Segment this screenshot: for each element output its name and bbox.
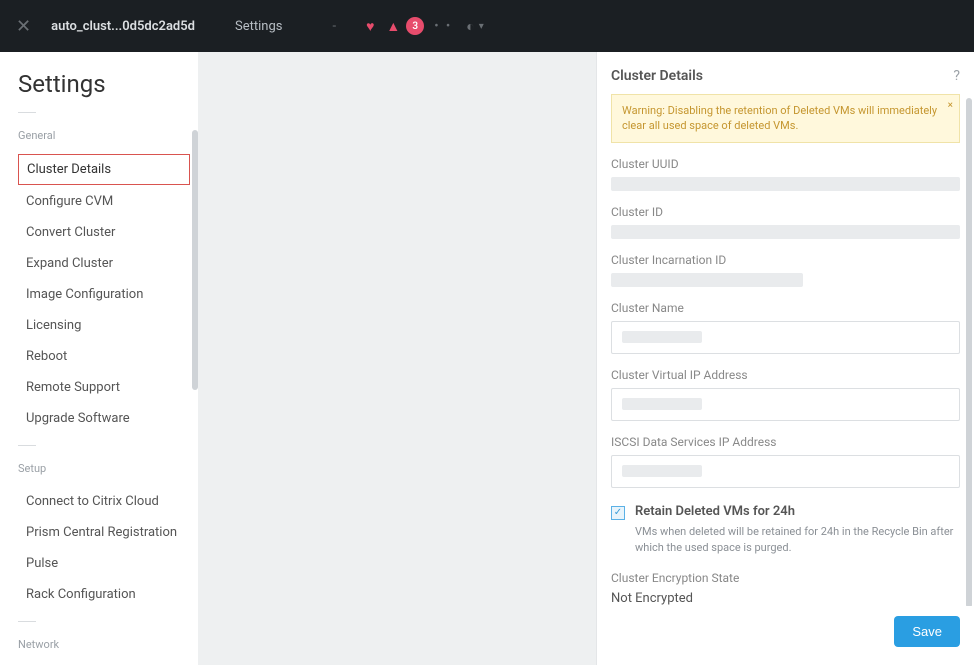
heart-icon[interactable]: ♥ (366, 18, 374, 35)
warning-banner: Warning: Disabling the retention of Dele… (611, 94, 960, 143)
divider (18, 445, 36, 446)
sidebar-section-setup: Setup (18, 462, 198, 475)
value-cluster-incarnation (611, 273, 803, 287)
divider (18, 112, 36, 113)
cluster-details-panel: Cluster Details ? Warning: Disabling the… (596, 52, 974, 665)
sidebar-item-pulse[interactable]: Pulse (18, 549, 190, 578)
cluster-name[interactable]: auto_clust...0d5dc2ad5d (51, 19, 195, 34)
main-container: Settings General Cluster Details Configu… (0, 52, 974, 665)
label-cluster-name: Cluster Name (611, 301, 960, 315)
sidebar-item-configure-cvm[interactable]: Configure CVM (18, 187, 190, 216)
label-cluster-vip: Cluster Virtual IP Address (611, 368, 960, 382)
label-cluster-uuid: Cluster UUID (611, 157, 960, 171)
input-iscsi-ip[interactable] (611, 455, 960, 488)
label-cluster-id: Cluster ID (611, 205, 960, 219)
settings-sidebar: Settings General Cluster Details Configu… (0, 52, 198, 665)
input-cluster-name[interactable] (611, 321, 960, 354)
sidebar-item-reboot[interactable]: Reboot (18, 342, 190, 371)
topbar-divider: - (332, 19, 336, 34)
chevron-down-icon[interactable]: ▾ (479, 21, 484, 32)
retain-vms-checkbox[interactable]: ✓ (611, 506, 625, 520)
sidebar-item-expand-cluster[interactable]: Expand Cluster (18, 249, 190, 278)
content-area: Cluster Details ? Warning: Disabling the… (198, 52, 974, 665)
sidebar-item-image-configuration[interactable]: Image Configuration (18, 280, 190, 309)
sidebar-item-prism-central[interactable]: Prism Central Registration (18, 518, 190, 547)
close-warning-icon[interactable]: × (948, 99, 953, 113)
sidebar-item-rack-configuration[interactable]: Rack Configuration (18, 580, 190, 609)
label-iscsi-ip: ISCSI Data Services IP Address (611, 435, 960, 449)
label-cluster-incarnation: Cluster Incarnation ID (611, 253, 960, 267)
sidebar-item-cluster-details[interactable]: Cluster Details (18, 154, 190, 185)
sidebar-item-upgrade-software[interactable]: Upgrade Software (18, 404, 190, 433)
value-encryption-state: Not Encrypted (611, 591, 960, 606)
retain-vms-row: ✓ Retain Deleted VMs for 24h (611, 504, 960, 520)
retain-vms-label: Retain Deleted VMs for 24h (635, 504, 795, 519)
warning-text: Warning: Disabling the retention of Dele… (622, 104, 937, 132)
alert-badge[interactable]: 3 (406, 17, 424, 35)
sidebar-item-remote-support[interactable]: Remote Support (18, 373, 190, 402)
sidebar-item-licensing[interactable]: Licensing (18, 311, 190, 340)
sidebar-section-network: Network (18, 638, 198, 651)
label-encryption-state: Cluster Encryption State (611, 571, 960, 585)
panel-header: Cluster Details ? (597, 52, 974, 94)
divider (18, 621, 36, 622)
panel-scrollbar[interactable] (966, 98, 972, 606)
page-title: Settings (18, 70, 198, 98)
sidebar-item-connect-citrix[interactable]: Connect to Citrix Cloud (18, 487, 190, 516)
more-dots-icon[interactable]: • • (434, 19, 452, 34)
bell-icon[interactable]: ▲ (386, 18, 400, 35)
close-icon[interactable]: ✕ (16, 16, 31, 37)
value-cluster-uuid (611, 177, 960, 191)
panel-body: Warning: Disabling the retention of Dele… (597, 94, 974, 606)
topbar-settings-label[interactable]: Settings (235, 19, 282, 34)
value-cluster-id (611, 225, 960, 239)
help-icon[interactable]: ? (953, 68, 960, 84)
retain-vms-description: VMs when deleted will be retained for 24… (635, 524, 960, 557)
sidebar-item-convert-cluster[interactable]: Convert Cluster (18, 218, 190, 247)
sidebar-section-general: General (18, 129, 198, 142)
input-cluster-vip[interactable] (611, 388, 960, 421)
activity-icon[interactable]: ◐ (466, 18, 474, 35)
topbar: ✕ auto_clust...0d5dc2ad5d Settings - ♥ ▲… (0, 0, 974, 52)
panel-title: Cluster Details (611, 68, 703, 84)
save-button[interactable]: Save (894, 616, 960, 647)
panel-footer: Save (597, 606, 974, 665)
